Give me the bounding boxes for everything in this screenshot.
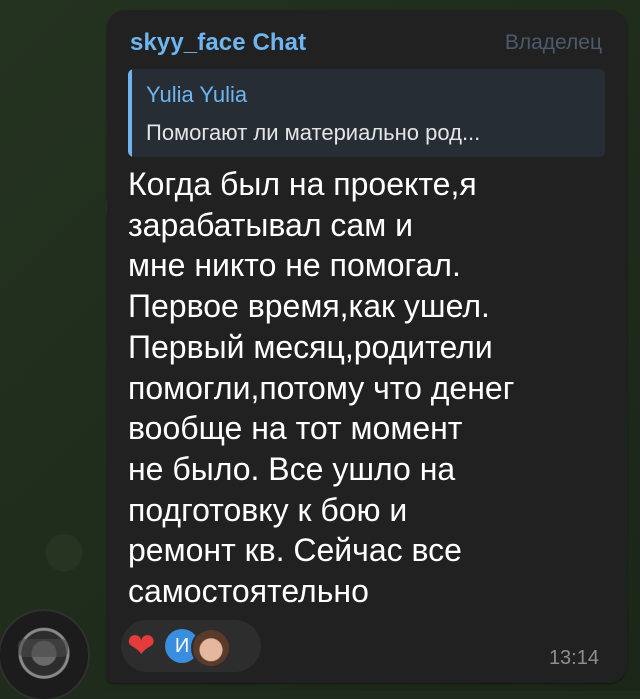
avatar-image (18, 639, 68, 657)
reactor-avatar-photo (191, 628, 231, 668)
heart-icon[interactable]: ❤ (127, 629, 156, 663)
message-time: 13:14 (548, 647, 599, 669)
reply-author: Yulia Yulia (146, 82, 248, 107)
reply-text: Помогают ли материально род... (146, 120, 481, 145)
sender-name[interactable]: skyy_face Chat (130, 29, 306, 57)
sender-avatar[interactable] (0, 611, 88, 699)
reply-accent-bar (128, 69, 132, 157)
reactions-bar[interactable]: ❤ И (121, 620, 261, 672)
role-badge: Владелец (504, 31, 602, 54)
message-bubble[interactable]: skyy_face Chat Владелец Yulia Yulia Помо… (107, 10, 627, 683)
reply-quote[interactable]: Yulia Yulia Помогают ли материально род.… (128, 69, 605, 157)
message-text: Когда был на проекте,я зарабатывал сам и… (128, 166, 515, 610)
